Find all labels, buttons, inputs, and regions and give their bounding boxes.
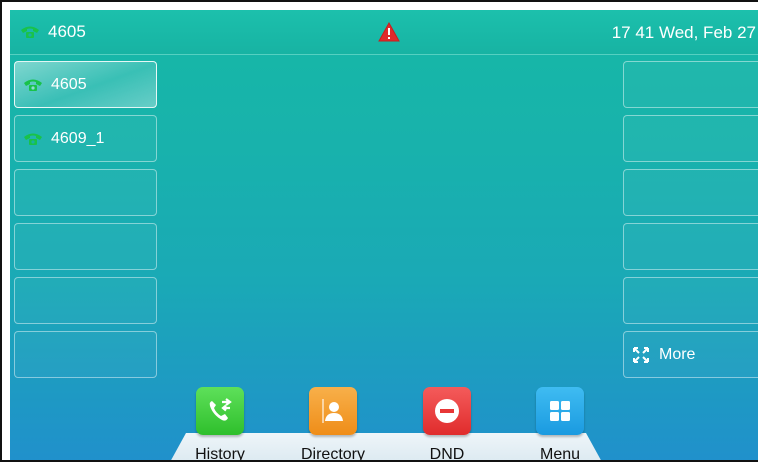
status-account-number: 4605: [48, 22, 86, 41]
line-key-3[interactable]: [14, 169, 157, 216]
history-softkey[interactable]: History: [174, 387, 266, 462]
phone-icon: [21, 26, 39, 38]
line-key-6[interactable]: [14, 331, 157, 378]
right-line-key-1[interactable]: [623, 61, 758, 108]
status-account: 4605: [20, 22, 86, 42]
line-key-label: 4609_1: [51, 129, 105, 147]
menu-label: Menu: [539, 446, 581, 462]
directory-label: Directory: [300, 446, 365, 462]
call-history-icon: [196, 387, 244, 435]
more-label: More: [659, 345, 696, 363]
right-line-key-3[interactable]: [623, 169, 758, 216]
do-not-disturb-icon: [423, 387, 471, 435]
more-key[interactable]: More: [623, 331, 758, 378]
right-line-key-5[interactable]: [623, 277, 758, 324]
line-key-5[interactable]: [14, 277, 157, 324]
contact-icon: [309, 387, 357, 435]
dnd-label: DND: [429, 446, 465, 462]
warning-icon[interactable]: [378, 22, 400, 42]
expand-icon: [633, 346, 649, 363]
status-bar: 4605 17 41 Wed, Feb 27: [10, 10, 758, 55]
phone-screen: 4605 17 41 Wed, Feb 27 4605 4609_1 More …: [10, 10, 758, 462]
right-line-key-2[interactable]: [623, 115, 758, 162]
directory-softkey[interactable]: Directory: [287, 387, 379, 462]
phone-icon: [24, 133, 42, 145]
line-key-1[interactable]: 4605: [14, 61, 157, 108]
phone-display-frame: 4605 17 41 Wed, Feb 27 4605 4609_1 More …: [0, 0, 758, 462]
phone-icon: [24, 79, 42, 91]
menu-grid-icon: [536, 387, 584, 435]
menu-softkey[interactable]: Menu: [514, 387, 606, 462]
date-time: 17 41 Wed, Feb 27: [611, 23, 756, 42]
line-key-4[interactable]: [14, 223, 157, 270]
history-label: History: [195, 446, 245, 462]
right-line-key-4[interactable]: [623, 223, 758, 270]
dnd-softkey[interactable]: DND: [401, 387, 493, 462]
line-key-2[interactable]: 4609_1: [14, 115, 157, 162]
line-key-label: 4605: [51, 75, 87, 93]
